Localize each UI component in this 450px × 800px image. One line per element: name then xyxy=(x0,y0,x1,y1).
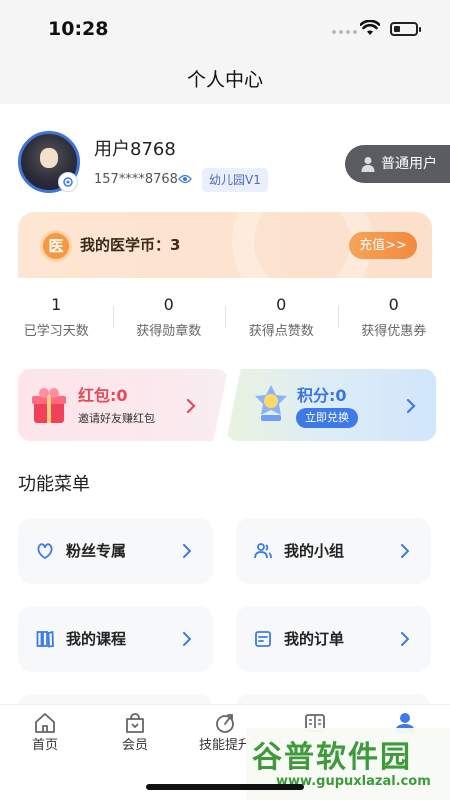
battery-icon xyxy=(390,22,421,36)
stat-value: 0 xyxy=(276,295,287,314)
tab-label: 首页 xyxy=(31,738,58,753)
wifi-icon xyxy=(360,20,380,35)
tab-label: 会员 xyxy=(121,738,148,753)
username: 用户8768 xyxy=(94,139,176,160)
course-icon xyxy=(36,630,54,648)
stat-coupons[interactable]: 0 获得优惠券 xyxy=(337,290,450,350)
phone-number: 157****8768 xyxy=(94,172,178,187)
user-type-badge[interactable]: 普通用户 xyxy=(345,145,450,183)
recharge-button[interactable]: 充值>> xyxy=(349,232,417,259)
gift-icon xyxy=(32,388,66,423)
chevron-right-icon xyxy=(401,544,409,558)
stat-value: 1 xyxy=(51,295,62,314)
stat-likes[interactable]: 0 获得点赞数 xyxy=(225,290,338,350)
home-indicator[interactable] xyxy=(146,784,304,790)
chevron-right-icon xyxy=(401,632,409,646)
member-icon xyxy=(126,713,144,733)
fans-icon xyxy=(37,543,53,560)
status-time: 10:28 xyxy=(48,18,109,40)
menu-section-title: 功能菜单 xyxy=(18,474,90,495)
coin-icon: 医 xyxy=(40,230,72,262)
chevron-right-icon xyxy=(406,399,416,413)
nav-bar: 个人中心 xyxy=(0,56,450,104)
coin-value: 3 xyxy=(170,236,181,254)
medal-icon xyxy=(255,385,287,421)
settings-icon[interactable] xyxy=(58,172,78,192)
stats-row: 1 已学习天数 0 获得勋章数 0 获得点赞数 0 获得优惠券 xyxy=(0,290,450,350)
stat-label: 获得点赞数 xyxy=(248,324,314,339)
stat-value: 0 xyxy=(388,295,399,314)
menu-item-label: 我的订单 xyxy=(284,630,345,648)
skill-icon xyxy=(216,714,234,733)
group-icon xyxy=(254,543,272,559)
menu-item-label: 我的课程 xyxy=(66,630,127,648)
menu-item-label: 我的小组 xyxy=(284,542,345,560)
home-icon xyxy=(35,713,55,733)
chevron-right-icon xyxy=(186,399,196,413)
signal-icon xyxy=(332,30,357,34)
stat-label: 获得勋章数 xyxy=(136,324,202,339)
stat-study-days[interactable]: 1 已学习天数 xyxy=(0,290,113,350)
chevron-right-icon xyxy=(183,544,191,558)
order-icon xyxy=(255,631,271,647)
menu-item-fans[interactable]: 粉丝专属 xyxy=(18,518,213,584)
tab-home[interactable]: 首页 xyxy=(0,705,90,757)
menu-item-courses[interactable]: 我的课程 xyxy=(18,606,213,672)
red-packet-subtitle: 邀请好友赚红包 xyxy=(78,412,155,425)
watermark-text: 谷普软件园 xyxy=(252,740,412,775)
stat-label: 获得优惠券 xyxy=(361,324,427,339)
user-icon xyxy=(361,157,375,172)
stat-medals[interactable]: 0 获得勋章数 xyxy=(112,290,226,350)
redeem-button[interactable]: 立即兑换 xyxy=(296,408,358,428)
chevron-right-icon xyxy=(183,632,191,646)
stat-value: 0 xyxy=(163,295,174,314)
stat-label: 已学习天数 xyxy=(23,324,89,339)
menu-item-group[interactable]: 我的小组 xyxy=(236,518,431,584)
level-badge: 幼儿园V1 xyxy=(202,168,268,192)
eye-icon[interactable] xyxy=(178,174,192,184)
page-title: 个人中心 xyxy=(186,69,263,91)
points-title: 积分:0 xyxy=(297,386,347,405)
menu-item-label: 粉丝专属 xyxy=(66,542,127,560)
tab-member[interactable]: 会员 xyxy=(90,705,180,757)
coin-card: 医 我的医学币：3 充值>> xyxy=(18,212,432,278)
red-packet-title: 红包:0 xyxy=(78,386,128,405)
coin-label: 我的医学币：3 xyxy=(80,236,181,254)
status-bar: 10:28 xyxy=(0,0,450,56)
avatar-face xyxy=(40,148,58,168)
menu-item-orders[interactable]: 我的订单 xyxy=(236,606,431,672)
user-type-label: 普通用户 xyxy=(381,156,437,172)
